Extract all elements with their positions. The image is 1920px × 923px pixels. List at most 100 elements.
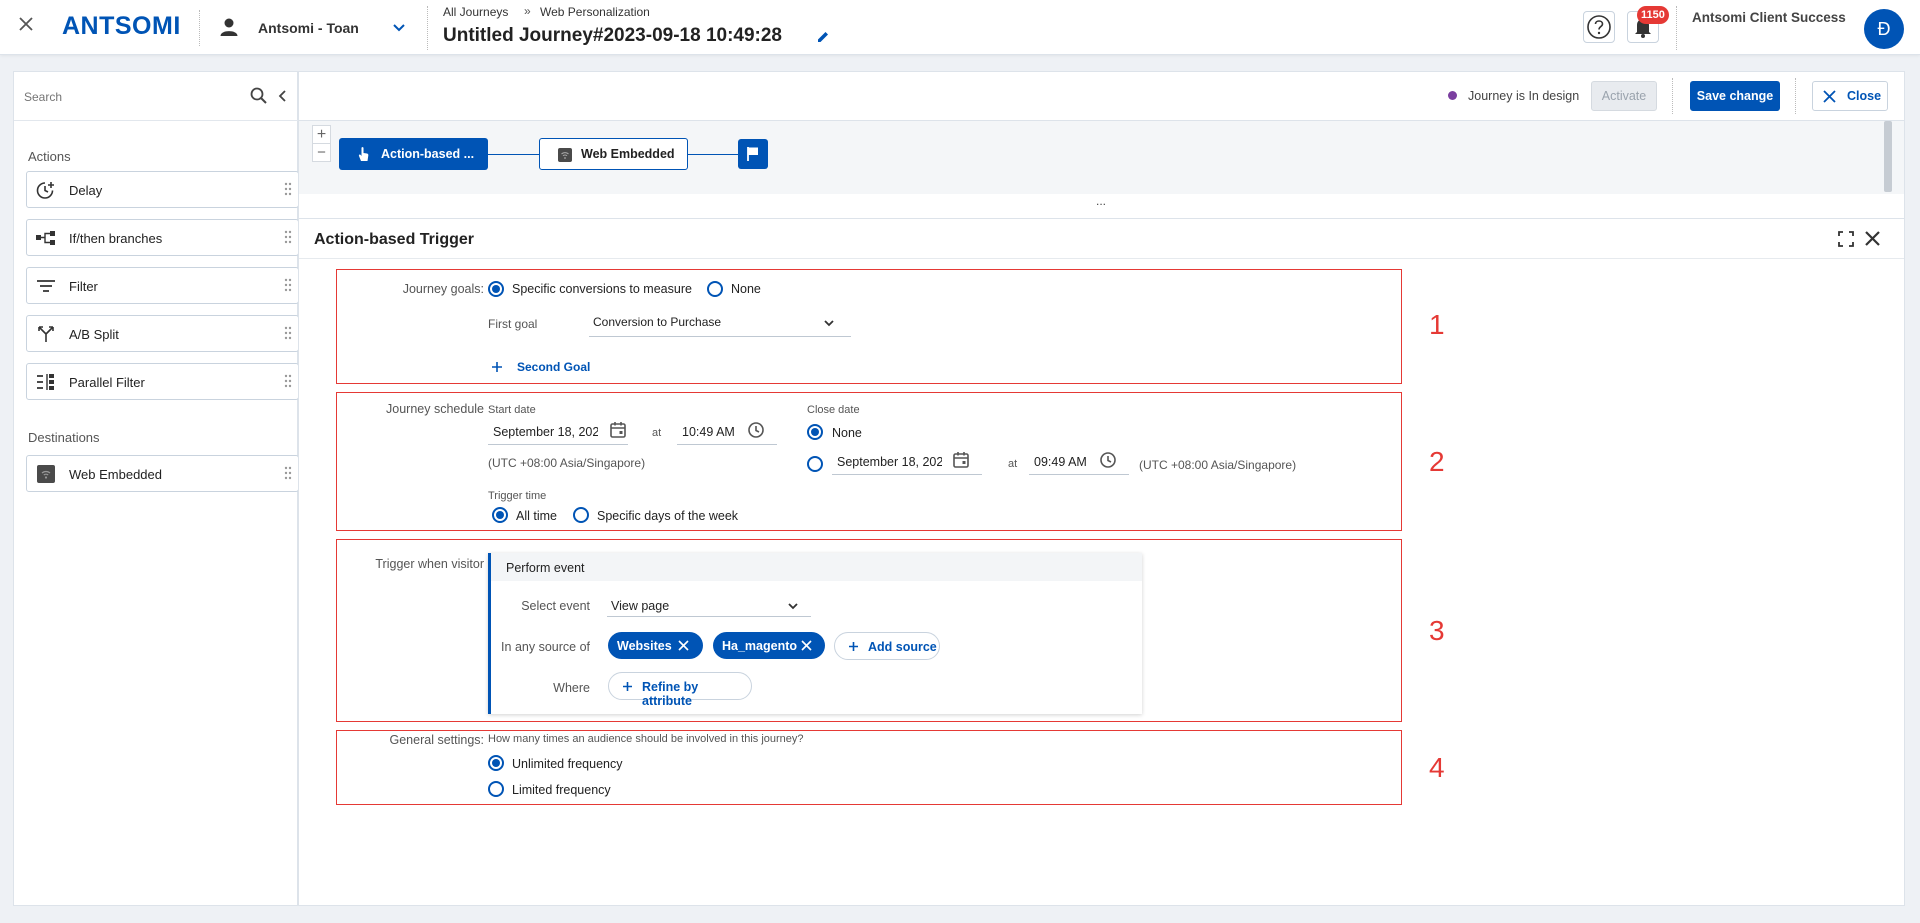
account-icon (219, 17, 239, 37)
close-date-radio-none[interactable] (807, 424, 823, 440)
frequency-option-limited: Limited frequency (512, 783, 611, 797)
frequency-question: How many times an audience should be inv… (488, 733, 804, 745)
plus-icon[interactable] (491, 361, 503, 373)
goal-radio-none[interactable] (707, 281, 723, 297)
close-at-label: at (1008, 458, 1018, 470)
annotation-number-4: 4 (1429, 752, 1445, 783)
close-button[interactable]: Close (1812, 81, 1888, 111)
panel-close-icon[interactable] (1864, 230, 1881, 247)
sidebar-item-if-then-branches[interactable]: If/then branches (26, 219, 299, 256)
plus-icon (623, 682, 632, 691)
help-button[interactable] (1583, 11, 1615, 43)
sidebar-item-ab-split[interactable]: A/B Split (26, 315, 299, 352)
start-time-value: 10:49 AM (682, 425, 735, 439)
account-name[interactable]: Antsomi - Toan (258, 20, 359, 36)
trigger-time-radio-all[interactable] (492, 507, 508, 523)
where-label: Where (553, 681, 590, 695)
remove-icon[interactable] (801, 640, 812, 651)
plus-icon (849, 642, 858, 651)
avatar[interactable]: Đ (1864, 9, 1904, 49)
source-label: In any source of (501, 640, 590, 654)
frequency-radio-unlimited[interactable] (488, 755, 504, 771)
clock-icon[interactable] (747, 421, 765, 439)
frequency-option-unlimited: Unlimited frequency (512, 757, 623, 771)
zoom-out-button[interactable]: − (313, 144, 330, 161)
canvas-node-end[interactable] (738, 139, 768, 169)
canvas-node-web-embedded[interactable]: Web Embedded (539, 138, 688, 170)
close-date-radio-custom[interactable] (807, 456, 823, 472)
chip-label: Websites (617, 639, 672, 653)
close-icon[interactable] (17, 15, 35, 33)
collapse-sidebar-icon[interactable] (277, 88, 289, 104)
breadcrumb-current: Web Personalization (540, 5, 650, 19)
start-at-label: at (652, 427, 662, 439)
canvas-scrollbar[interactable] (1884, 121, 1892, 192)
node-label: Action-based ... (381, 147, 475, 161)
select-event-dropdown[interactable]: View page (611, 599, 669, 613)
sidebar-item-label: Filter (69, 279, 98, 294)
flag-icon (747, 147, 758, 161)
save-change-button[interactable]: Save change (1690, 81, 1780, 111)
sidebar-item-delay[interactable]: Delay (26, 171, 299, 208)
trigger-when-visitor-label: Trigger when visitor (375, 557, 484, 571)
close-date-none: None (832, 426, 862, 440)
goal-option-none: None (731, 282, 761, 296)
close-timezone: (UTC +08:00 Asia/Singapore) (1139, 458, 1297, 472)
sidebar-item-web-embedded[interactable]: Web Embedded (26, 455, 299, 492)
search-icon[interactable] (249, 86, 269, 106)
top-header: ANTSOMI Antsomi - Toan All Journeys » We… (0, 0, 1920, 55)
clock-icon[interactable] (1099, 451, 1117, 469)
sidebar-item-label: If/then branches (69, 231, 163, 246)
add-second-goal-button[interactable]: Second Goal (517, 360, 590, 374)
card-title: Perform event (506, 561, 585, 575)
canvas-node-action-trigger[interactable]: Action-based ... (339, 138, 488, 170)
add-source-button[interactable]: Add source (834, 632, 940, 660)
drag-handle-icon[interactable] (284, 326, 292, 340)
edit-icon[interactable] (816, 30, 830, 44)
touch-icon (358, 147, 369, 161)
select-event-label: Select event (521, 599, 590, 613)
web-embedded-icon (558, 148, 572, 162)
source-chip-ha-magento[interactable]: Ha_magento (713, 632, 825, 659)
activate-button[interactable]: Activate (1591, 81, 1657, 111)
chip-label: Ha_magento (722, 639, 798, 653)
drag-handle-icon[interactable] (284, 230, 292, 244)
sidebar-item-label: Parallel Filter (69, 375, 145, 390)
parallel-filter-icon (37, 374, 54, 390)
chevron-down-icon[interactable] (392, 21, 406, 32)
sidebar-item-label: A/B Split (69, 327, 119, 342)
node-label: Web Embedded (581, 147, 675, 161)
drag-handle-icon[interactable] (284, 182, 292, 196)
trigger-time-specific: Specific days of the week (597, 509, 739, 523)
remove-icon[interactable] (678, 640, 689, 651)
help-icon (1587, 15, 1611, 39)
chevron-down-icon[interactable] (823, 316, 835, 327)
sidebar-item-label: Web Embedded (69, 467, 162, 482)
start-date-input[interactable]: September 18, 2023 (488, 419, 628, 443)
close-icon (1823, 90, 1836, 103)
calendar-icon[interactable] (952, 451, 970, 469)
chevron-down-icon[interactable] (787, 599, 799, 610)
delay-icon (36, 182, 54, 199)
breadcrumb-root[interactable]: All Journeys (443, 5, 508, 19)
zoom-in-button[interactable]: + (313, 126, 330, 144)
drag-handle-icon[interactable] (284, 374, 292, 388)
calendar-icon[interactable] (609, 421, 627, 439)
sidebar-item-parallel-filter[interactable]: Parallel Filter (26, 363, 299, 400)
filter-icon (37, 280, 55, 292)
goal-radio-specific[interactable] (488, 281, 504, 297)
resize-handle[interactable]: ... (1096, 194, 1106, 208)
zoom-controls: + − (312, 125, 331, 162)
drag-handle-icon[interactable] (284, 466, 292, 480)
refine-by-attribute-button[interactable]: Refine by attribute (608, 672, 752, 708)
expand-icon[interactable] (1838, 231, 1854, 247)
first-goal-select[interactable]: Conversion to Purchase (593, 315, 721, 329)
sidebar-item-filter[interactable]: Filter (26, 267, 299, 304)
drag-handle-icon[interactable] (284, 278, 292, 292)
search-input[interactable] (24, 87, 244, 107)
frequency-radio-limited[interactable] (488, 781, 504, 797)
source-chip-websites[interactable]: Websites (608, 632, 703, 659)
trigger-time-radio-specific[interactable] (573, 507, 589, 523)
journey-title: Untitled Journey#2023-09-18 10:49:28 (443, 25, 782, 46)
first-goal-label: First goal (488, 317, 538, 331)
